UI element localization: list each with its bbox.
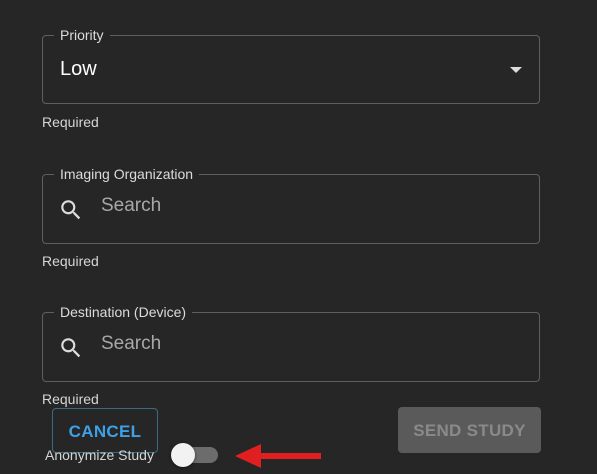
send-study-button[interactable]: SEND STUDY <box>398 407 541 453</box>
imaging-organization-search-input[interactable] <box>101 195 521 217</box>
anonymize-study-toggle-thumb[interactable] <box>171 443 195 467</box>
priority-label: Priority <box>54 27 110 44</box>
priority-helper-text: Required <box>42 114 99 130</box>
destination-device-search-input[interactable] <box>101 333 521 355</box>
imaging-organization-label: Imaging Organization <box>54 166 200 183</box>
imaging-organization-helper-text: Required <box>42 253 99 269</box>
search-icon <box>58 335 84 361</box>
chevron-down-icon[interactable] <box>510 67 522 73</box>
imaging-organization-field: Imaging Organization <box>42 166 540 244</box>
destination-device-label: Destination (Device) <box>54 304 193 321</box>
search-icon <box>58 197 84 223</box>
priority-value: Low <box>60 58 97 80</box>
destination-device-helper-text: Required <box>42 391 99 407</box>
arrow-left-icon <box>235 443 323 474</box>
anonymize-study-label: Anonymize Study <box>45 447 154 463</box>
priority-select[interactable]: Priority Low <box>42 27 540 104</box>
destination-device-field: Destination (Device) <box>42 304 540 382</box>
